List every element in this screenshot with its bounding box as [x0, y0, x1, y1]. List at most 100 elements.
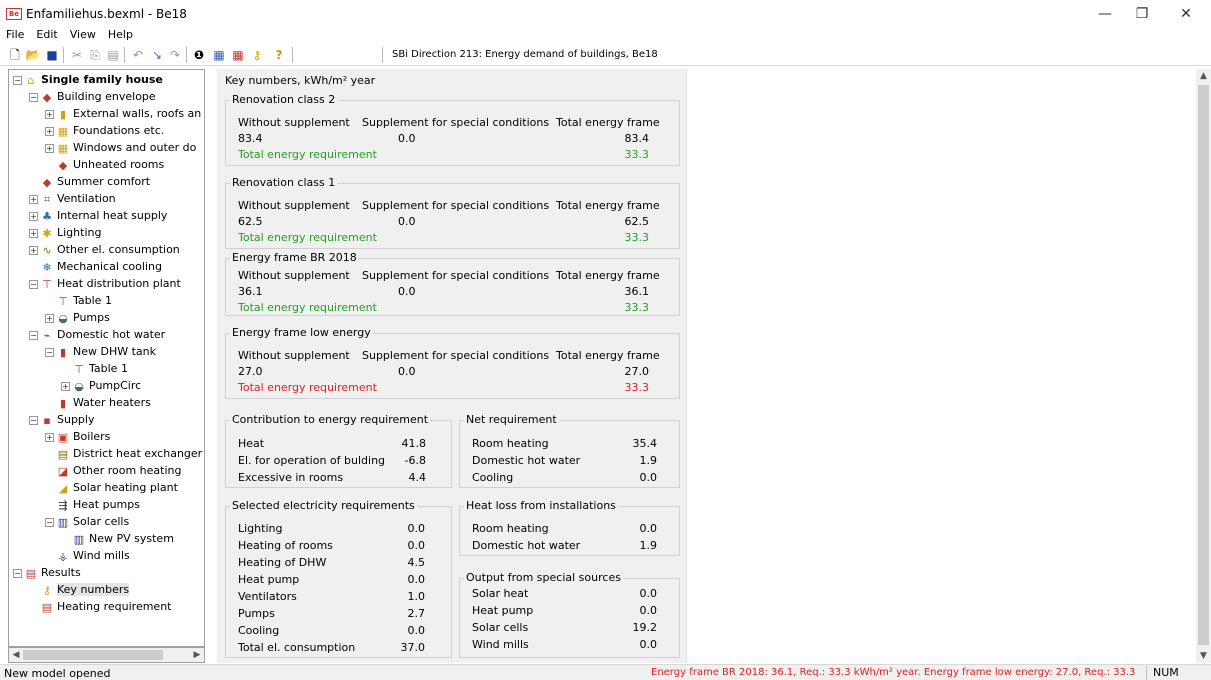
tree-item[interactable]: + ▦ Foundations etc. — [45, 123, 164, 140]
lighting-icon: ✱ — [42, 226, 52, 240]
cut-icon[interactable]: ✂ — [68, 46, 86, 64]
building-icon: ◆ — [42, 90, 52, 104]
collapse-icon[interactable]: − — [45, 347, 54, 357]
expand-icon[interactable]: + — [45, 313, 54, 323]
tree-item[interactable]: + ✱ Lighting — [29, 225, 101, 242]
menu-file[interactable]: File — [0, 27, 30, 41]
tree-item[interactable]: ▮ Water heaters — [45, 395, 151, 412]
tree-horizontal-scrollbar[interactable]: ◀ ▶ — [8, 647, 205, 663]
scroll-left-icon[interactable]: ◀ — [9, 648, 23, 662]
tree-item[interactable]: + ▮ External walls, roofs an — [45, 106, 201, 123]
expand-icon[interactable]: + — [61, 381, 70, 391]
scroll-up-icon[interactable]: ▲ — [1196, 69, 1211, 83]
group-title: Renovation class 2 — [230, 93, 338, 106]
without-supplement-value: 62.5 — [238, 215, 263, 228]
collapse-icon[interactable]: − — [13, 568, 22, 578]
tree-item[interactable]: + ▦ Windows and outer do — [45, 140, 196, 157]
tree-item[interactable]: ⚶ Wind mills — [45, 548, 129, 565]
tree-item-label: Domestic hot water — [57, 328, 166, 341]
tree-item[interactable]: ⚷ Key numbers — [29, 582, 130, 599]
menu-help[interactable]: Help — [102, 27, 139, 41]
expand-icon[interactable]: + — [29, 245, 38, 255]
collapse-icon[interactable]: − — [45, 517, 54, 527]
tree-item-label: Water heaters — [73, 396, 151, 409]
report-icon[interactable]: ▦ — [210, 46, 228, 64]
tree-item[interactable]: − ▤ Results — [13, 565, 81, 582]
tree-item[interactable]: ⊤ Table 1 — [45, 293, 112, 310]
tree-item[interactable]: − ◆ Building envelope — [29, 89, 156, 106]
tree-item-label: New PV system — [89, 532, 174, 545]
energy-frame-group: Energy frame low energy Without supplemen… — [225, 326, 680, 399]
tree-item[interactable]: ▤ District heat exchanger — [45, 446, 202, 463]
tree-item[interactable]: + ◒ Pumps — [45, 310, 110, 327]
row-value: 37.0 — [400, 641, 426, 654]
tree-item[interactable]: ◢ Solar heating plant — [45, 480, 178, 497]
expand-icon[interactable]: + — [29, 211, 38, 221]
undo-icon[interactable]: ↶ — [129, 46, 147, 64]
tree-item[interactable]: ❄ Mechanical cooling — [29, 259, 162, 276]
tree-item[interactable]: + ∿ Other el. consumption — [29, 242, 180, 259]
info-icon[interactable]: ❶ — [190, 46, 208, 64]
tree-item[interactable]: ◆ Unheated rooms — [45, 157, 164, 174]
expand-icon[interactable]: + — [45, 126, 54, 136]
key-icon[interactable]: ⚷ — [248, 46, 266, 64]
redo-icon[interactable]: ↷ — [166, 46, 184, 64]
minimize-button[interactable]: — — [1087, 4, 1123, 24]
tree-item[interactable]: ▤ Heating requirement — [29, 599, 172, 616]
copy-icon[interactable]: ⎘ — [86, 46, 104, 64]
expand-icon[interactable]: + — [45, 432, 54, 442]
paste-icon[interactable]: ▤ — [104, 46, 122, 64]
row-label: Cooling — [472, 471, 514, 484]
collapse-icon[interactable]: − — [29, 92, 38, 102]
collapse-icon[interactable]: − — [29, 415, 38, 425]
tree-item[interactable]: − ▪ Supply — [29, 412, 95, 429]
expand-icon[interactable]: + — [29, 194, 38, 204]
row-value: 1.9 — [639, 454, 658, 467]
save-icon[interactable]: ■ — [43, 46, 61, 64]
tree-item[interactable]: − ⌁ Domestic hot water — [29, 327, 165, 344]
scrollbar-thumb[interactable] — [1198, 85, 1209, 645]
pdf-report-icon[interactable]: ▦ — [229, 46, 247, 64]
total-requirement-value: 33.3 — [624, 301, 650, 314]
expand-icon[interactable]: + — [45, 143, 54, 153]
supplement-value: 0.0 — [398, 365, 416, 378]
tank-icon: ▮ — [59, 345, 67, 359]
district-heat-icon: ▤ — [57, 447, 69, 461]
tree-item[interactable]: − ⊤ Heat distribution plant — [29, 276, 181, 293]
direction-label: SBi Direction 213: Energy demand of buil… — [392, 49, 658, 60]
tree-item[interactable]: + ⌗ Ventilation — [29, 191, 116, 208]
report-icon: ▤ — [41, 600, 53, 614]
new-file-icon[interactable]: 🗋 — [6, 46, 24, 64]
expand-icon[interactable]: + — [29, 228, 38, 238]
tree-item[interactable]: ◆ Summer comfort — [29, 174, 150, 191]
tree-item[interactable]: − ▥ Solar cells — [45, 514, 129, 531]
expand-icon[interactable]: + — [45, 109, 54, 119]
help-icon[interactable]: ? — [270, 46, 288, 64]
row-value: 19.2 — [632, 621, 658, 634]
collapse-icon[interactable]: − — [29, 279, 38, 289]
tree-item-label: Windows and outer do — [73, 141, 197, 154]
menu-edit[interactable]: Edit — [30, 27, 63, 41]
tree-item[interactable]: − ⌂ Single family house — [13, 72, 163, 89]
scroll-down-icon[interactable]: ▼ — [1196, 649, 1211, 663]
tree-item[interactable]: ◪ Other room heating — [45, 463, 182, 480]
foundation-icon: ▦ — [57, 124, 69, 138]
collapse-icon[interactable]: − — [13, 75, 22, 85]
collapse-icon[interactable]: − — [29, 330, 38, 340]
tree-item[interactable]: ⇶ Heat pumps — [45, 497, 140, 514]
tree-item[interactable]: ⊤ Table 1 — [61, 361, 128, 378]
tree-item[interactable]: + ♣ Internal heat supply — [29, 208, 167, 225]
tree-item[interactable]: + ▣ Boilers — [45, 429, 110, 446]
close-button[interactable]: ✕ — [1168, 4, 1204, 24]
vertical-scrollbar[interactable]: ▲ ▼ — [1196, 69, 1211, 663]
redo-arrow-icon[interactable]: ↘ — [148, 46, 166, 64]
navigation-tree[interactable]: − ⌂ Single family house − ◆ Building envelope… — [8, 69, 205, 647]
open-folder-icon[interactable]: 📂 — [24, 46, 42, 64]
menu-view[interactable]: View — [64, 27, 102, 41]
tree-item[interactable]: − ▮ New DHW tank — [45, 344, 156, 361]
maximize-button[interactable]: ❐ — [1124, 4, 1160, 24]
scrollbar-thumb[interactable] — [23, 650, 163, 660]
tree-item[interactable]: + ◒ PumpCirc — [61, 378, 141, 395]
tree-item[interactable]: ▥ New PV system — [61, 531, 174, 548]
scroll-right-icon[interactable]: ▶ — [190, 648, 204, 662]
